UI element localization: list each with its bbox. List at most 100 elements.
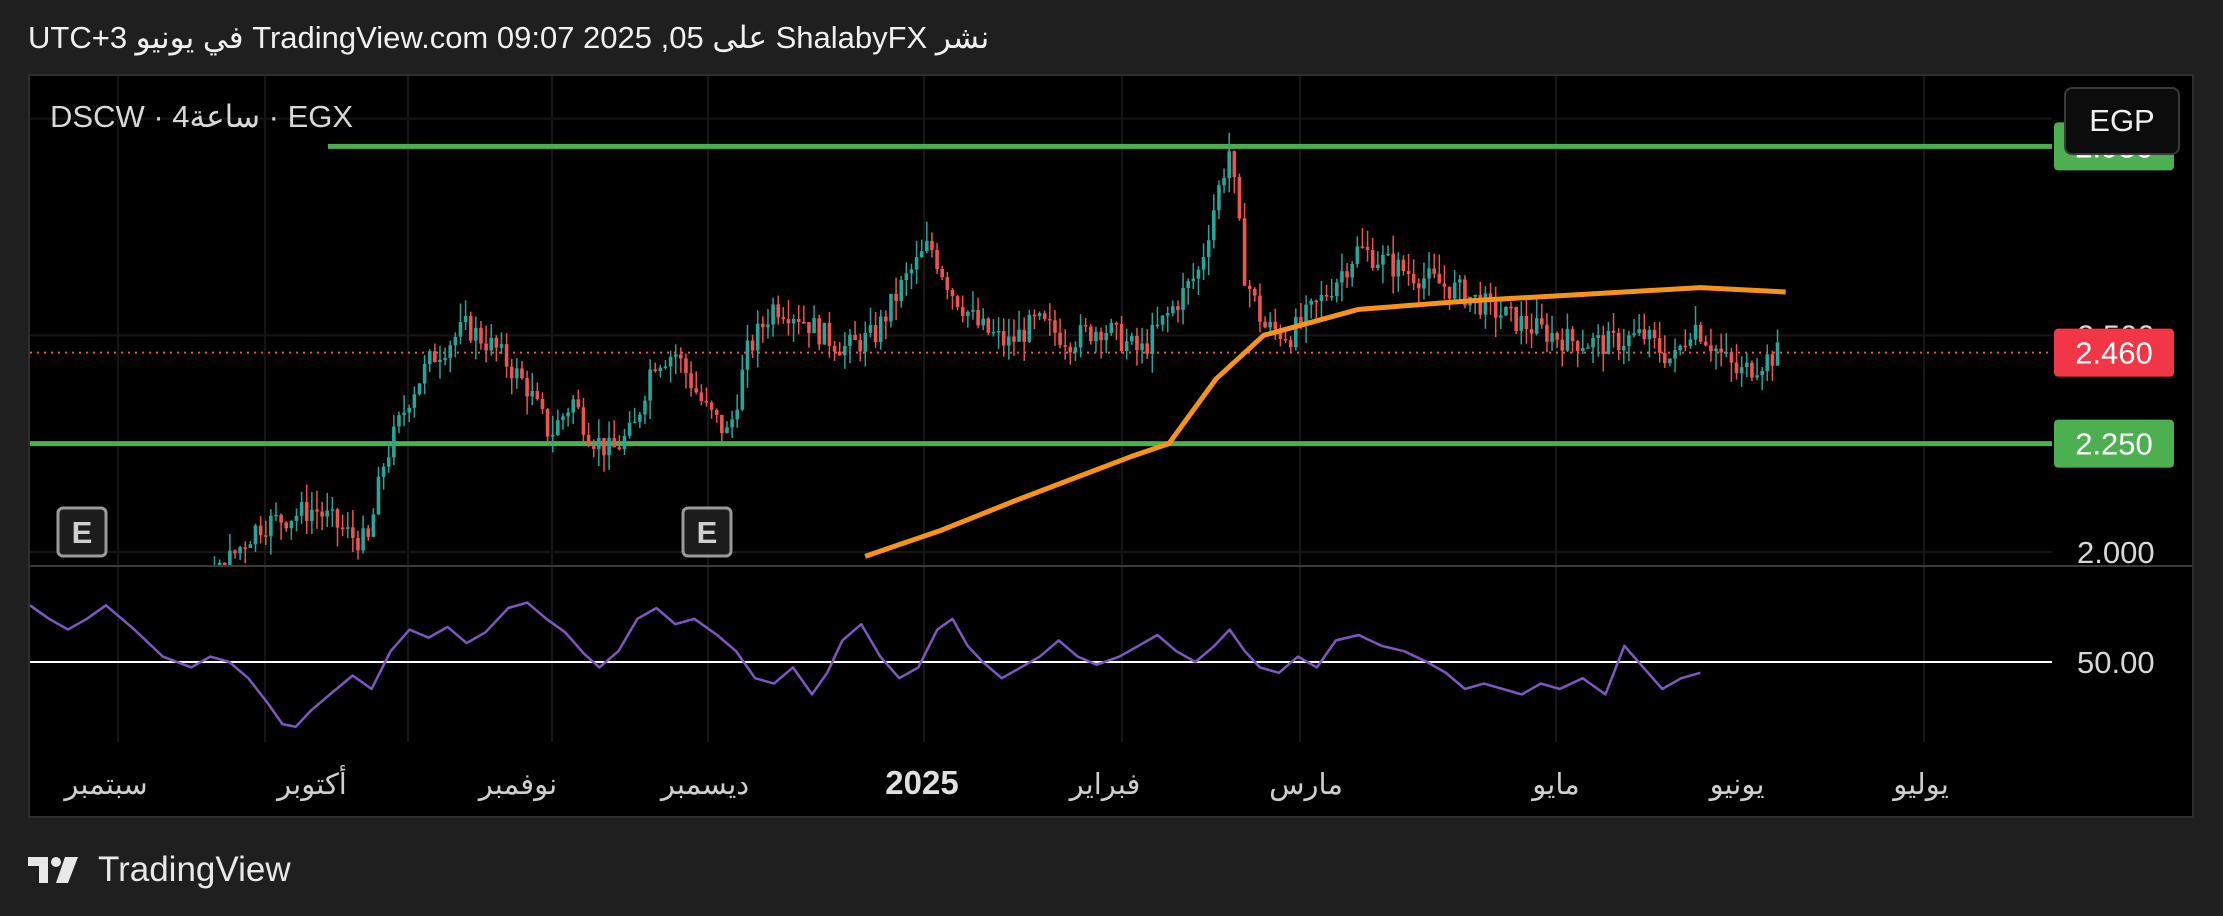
candle-body: [1565, 329, 1570, 351]
support-price-badge[interactable]: 2.250: [2054, 419, 2174, 468]
candle: [484, 325, 488, 363]
candle-body: [966, 311, 970, 316]
candle: [827, 311, 832, 358]
candle: [955, 294, 960, 311]
price-chart-svg[interactable]: 2.0002.5003.000EE2.9362.4602.25050.00سبت…: [0, 0, 2223, 916]
candle: [1709, 328, 1713, 362]
rsi-line[interactable]: [30, 601, 1701, 729]
candle: [1616, 328, 1621, 361]
candle: [177, 608, 181, 651]
candle-body: [1022, 329, 1026, 342]
candle-body: [648, 369, 652, 401]
candle-body: [463, 315, 468, 323]
candle-body: [955, 296, 960, 308]
candle: [397, 411, 401, 434]
candle: [356, 530, 360, 560]
candle-body: [494, 337, 499, 348]
candle: [597, 419, 601, 466]
candle-body: [1145, 343, 1149, 354]
candle-body: [427, 351, 432, 365]
candle-body: [299, 502, 304, 516]
candle: [848, 328, 852, 364]
candle: [986, 317, 991, 336]
candle-body: [310, 509, 314, 521]
candle-body: [1616, 332, 1621, 351]
candle-body: [545, 409, 550, 437]
candle: [766, 308, 770, 339]
candle-body: [714, 409, 719, 415]
candle: [919, 239, 924, 258]
candle-body: [971, 309, 975, 312]
candle: [49, 710, 53, 730]
candle-body: [1586, 347, 1590, 349]
candle-body: [976, 309, 980, 326]
candle-body: [1109, 323, 1114, 333]
last-price-badge[interactable]: 2.460: [2054, 328, 2174, 377]
candle-body: [1698, 324, 1703, 342]
candle: [1022, 317, 1026, 361]
candle: [1652, 322, 1657, 349]
candle: [141, 654, 145, 673]
candle-body: [213, 573, 217, 592]
candle-body: [187, 609, 191, 626]
candle-body: [925, 241, 929, 252]
candle-body: [807, 322, 811, 334]
candle-body: [1345, 271, 1349, 278]
candle-body: [1294, 317, 1298, 348]
candle-body: [468, 315, 473, 341]
candle: [1498, 296, 1503, 330]
candle: [345, 512, 350, 539]
candle-body: [330, 509, 335, 511]
candle-body: [141, 662, 145, 667]
candle: [1657, 321, 1662, 363]
candle: [1350, 261, 1354, 287]
candle: [786, 300, 791, 336]
candle: [38, 713, 42, 744]
tradingview-logo[interactable]: TradingView: [28, 850, 291, 890]
candle-body: [1621, 345, 1626, 351]
candle: [202, 574, 206, 597]
earnings-marker[interactable]: E: [56, 506, 108, 558]
candle: [95, 681, 99, 703]
candle: [494, 335, 499, 362]
candle-body: [1657, 338, 1662, 353]
candle-body: [914, 257, 919, 270]
candle: [520, 360, 524, 380]
candle: [54, 699, 58, 724]
candle: [1632, 319, 1636, 338]
candle-body: [556, 420, 560, 435]
candle: [468, 311, 473, 344]
candle-body: [345, 527, 350, 529]
candle-body: [755, 323, 760, 351]
candle-body: [530, 391, 535, 397]
candle: [1703, 335, 1708, 347]
candle-body: [1058, 332, 1062, 346]
candle: [1160, 315, 1165, 332]
earnings-marker[interactable]: E: [681, 506, 733, 558]
candle: [310, 491, 314, 535]
candle-body: [1114, 323, 1119, 325]
candle: [161, 618, 165, 642]
candle: [1765, 344, 1770, 382]
candle-body: [776, 304, 781, 318]
currency-button[interactable]: EGP: [2064, 87, 2180, 155]
candle: [1452, 270, 1457, 303]
candle-body: [1678, 345, 1682, 351]
candle: [1591, 332, 1595, 364]
candle-body: [1575, 341, 1580, 352]
candle: [1073, 341, 1078, 361]
candle: [126, 668, 130, 697]
candle-body: [217, 562, 222, 565]
candle-body: [392, 426, 396, 458]
candle: [632, 407, 637, 424]
candle-body: [550, 434, 555, 437]
candle-body: [766, 324, 770, 328]
candle-body: [263, 535, 268, 537]
candle-body: [1457, 279, 1462, 283]
candle: [274, 502, 278, 522]
candle: [1406, 253, 1411, 286]
candle-body: [1596, 335, 1600, 338]
candle: [530, 373, 535, 406]
candle: [1744, 353, 1749, 378]
candle: [1181, 272, 1185, 325]
